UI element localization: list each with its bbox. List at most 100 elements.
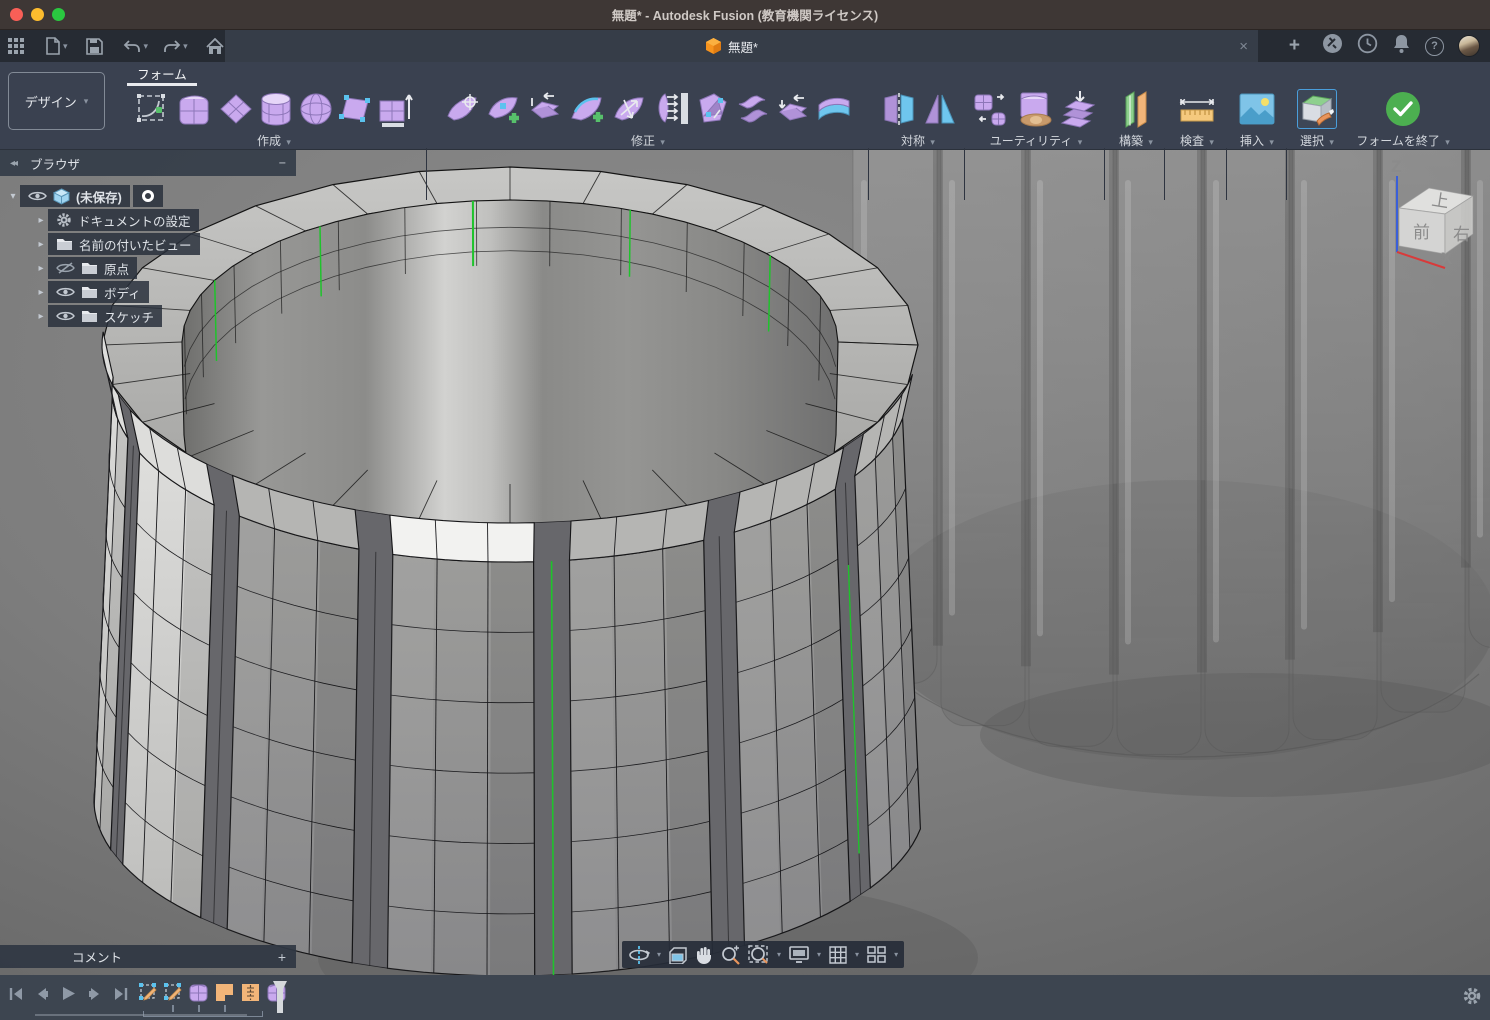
panel-label-construct[interactable]: 構築 — [1119, 134, 1143, 148]
panel-label-utilities[interactable]: ユーティリティ — [990, 134, 1073, 148]
display-settings-tool[interactable] — [788, 945, 810, 964]
tree-row-bodies[interactable]: ▸ ボディ — [34, 280, 296, 304]
create-sphere-button[interactable] — [298, 91, 334, 127]
construct-plane-button[interactable] — [1118, 89, 1154, 129]
tree-item-label[interactable]: ドキュメントの設定 — [78, 211, 191, 230]
merge-edge-button[interactable] — [694, 90, 732, 128]
ribbon-tab-form[interactable]: フォーム — [127, 64, 197, 83]
insert-point-button[interactable] — [485, 90, 523, 128]
go-to-start-button[interactable] — [8, 986, 24, 1002]
circular-symmetry-button[interactable] — [922, 90, 958, 128]
panel-label-select[interactable]: 選択 — [1300, 134, 1324, 148]
traffic-zoom-button[interactable] — [52, 8, 65, 21]
viewcube-front-face[interactable]: 前 — [1413, 223, 1430, 242]
root-document-label[interactable]: (未保存) — [76, 187, 122, 206]
workspace-selector-button[interactable]: デザイン ▾ — [8, 72, 105, 130]
avatar[interactable] — [1458, 35, 1480, 57]
job-status-button[interactable] — [1357, 33, 1378, 59]
orbit-caret-icon[interactable]: ▾ — [657, 950, 661, 959]
traffic-minimize-button[interactable] — [31, 8, 44, 21]
zoom-tool[interactable] — [720, 945, 741, 965]
create-extrude-button[interactable] — [376, 89, 414, 129]
orbit-tool[interactable] — [628, 945, 650, 965]
chevron-right-icon[interactable]: ▸ — [34, 215, 48, 226]
grid-settings-tool[interactable] — [828, 945, 848, 965]
convert-button[interactable] — [972, 89, 1012, 129]
select-button[interactable] — [1299, 91, 1335, 127]
measure-button[interactable] — [1177, 91, 1217, 127]
save-button[interactable] — [83, 33, 106, 59]
edit-form-button[interactable] — [444, 90, 482, 128]
display-caret-icon[interactable]: ▾ — [817, 950, 821, 959]
document-tab[interactable]: 無題* × — [225, 30, 1258, 62]
insert-canvas-button[interactable] — [1238, 92, 1276, 126]
timeline-sketch-feature[interactable] — [163, 981, 183, 1003]
insert-edge-button[interactable] — [567, 90, 607, 128]
undo-caret-icon[interactable]: ▾ — [144, 41, 149, 52]
home-button[interactable] — [203, 33, 227, 59]
redo-caret-icon[interactable]: ▾ — [183, 41, 188, 52]
create-sketch-button[interactable] — [134, 90, 172, 128]
chevron-right-icon[interactable]: ▸ — [34, 239, 48, 250]
play-button[interactable] — [60, 985, 77, 1002]
viewcube-top-face[interactable]: 上 — [1430, 190, 1450, 211]
notifications-bell-icon[interactable] — [1392, 33, 1411, 59]
undo-button[interactable]: ▾ — [120, 33, 152, 59]
app-grid-icon[interactable] — [4, 33, 28, 59]
select-tool-active-highlight[interactable] — [1297, 89, 1337, 129]
finish-form-button[interactable] — [1386, 92, 1420, 126]
eye-icon[interactable] — [56, 310, 75, 322]
chevron-right-icon[interactable]: ▸ — [34, 263, 48, 274]
bridge-button[interactable] — [735, 90, 771, 128]
file-menu-button[interactable]: ▾ — [42, 33, 71, 59]
tree-row-sketches[interactable]: ▸ スケッチ — [34, 304, 296, 328]
eye-slash-icon[interactable] — [56, 261, 75, 275]
panel-label-insert[interactable]: 挿入 — [1240, 134, 1264, 148]
timeline-face-feature[interactable] — [214, 981, 235, 1003]
add-comment-button[interactable]: + — [278, 949, 286, 965]
chevron-right-icon[interactable]: ▸ — [34, 287, 48, 298]
tree-item-label[interactable]: ボディ — [104, 283, 141, 302]
go-to-end-button[interactable] — [113, 986, 129, 1002]
timeline-scrollbar[interactable] — [35, 1014, 247, 1016]
create-plane-button[interactable] — [218, 91, 254, 127]
viewcube-right-face[interactable]: 右 — [1453, 225, 1470, 244]
timeline-stitch-feature[interactable] — [240, 981, 261, 1003]
grid-caret-icon[interactable]: ▾ — [855, 950, 859, 959]
traffic-close-button[interactable] — [10, 8, 23, 21]
eye-icon[interactable] — [28, 190, 47, 202]
viewports-tool[interactable] — [866, 945, 887, 964]
fit-caret-icon[interactable]: ▾ — [777, 950, 781, 959]
chevron-down-icon[interactable]: ▾ — [6, 191, 20, 202]
comments-panel[interactable]: コメント + — [0, 945, 296, 968]
create-face-button[interactable] — [337, 91, 373, 127]
panel-label-create[interactable]: 作成 — [257, 134, 281, 148]
repair-body-button[interactable] — [1015, 89, 1057, 129]
extensions-button[interactable] — [1322, 33, 1343, 59]
chevron-right-icon[interactable]: ▸ — [34, 311, 48, 322]
step-forward-button[interactable] — [87, 986, 103, 1002]
panel-label-modify[interactable]: 修正 — [631, 134, 655, 148]
tree-item-label[interactable]: 原点 — [104, 259, 129, 278]
timeline-settings-gear-icon[interactable] — [1462, 986, 1482, 1006]
panel-label-finish-form[interactable]: フォームを終了 — [1356, 134, 1440, 148]
redo-button[interactable]: ▾ — [159, 33, 191, 59]
crease-button[interactable] — [774, 90, 812, 128]
fit-tool[interactable] — [748, 945, 770, 965]
display-mode-button[interactable] — [1060, 89, 1100, 129]
tree-row-root[interactable]: ▾ (未保存) — [6, 184, 296, 208]
viewports-caret-icon[interactable]: ▾ — [894, 950, 898, 959]
tab-close-icon[interactable]: × — [1239, 38, 1248, 55]
mirror-symmetry-button[interactable] — [879, 90, 919, 128]
timeline-position-marker[interactable] — [272, 980, 288, 1014]
create-cylinder-button[interactable] — [257, 90, 295, 128]
create-box-button[interactable] — [175, 90, 215, 128]
tree-row-document-settings[interactable]: ▸ ドキュメントの設定 — [34, 208, 296, 232]
thicken-button[interactable] — [815, 91, 853, 127]
browser-minimize-icon[interactable]: − — [279, 156, 286, 170]
new-tab-button[interactable]: + — [1289, 35, 1300, 57]
timeline-sketch-feature[interactable] — [138, 981, 158, 1003]
step-back-button[interactable] — [34, 986, 50, 1002]
tree-item-label[interactable]: 名前の付いたビュー — [79, 235, 192, 254]
tree-row-named-views[interactable]: ▸ 名前の付いたビュー — [34, 232, 296, 256]
